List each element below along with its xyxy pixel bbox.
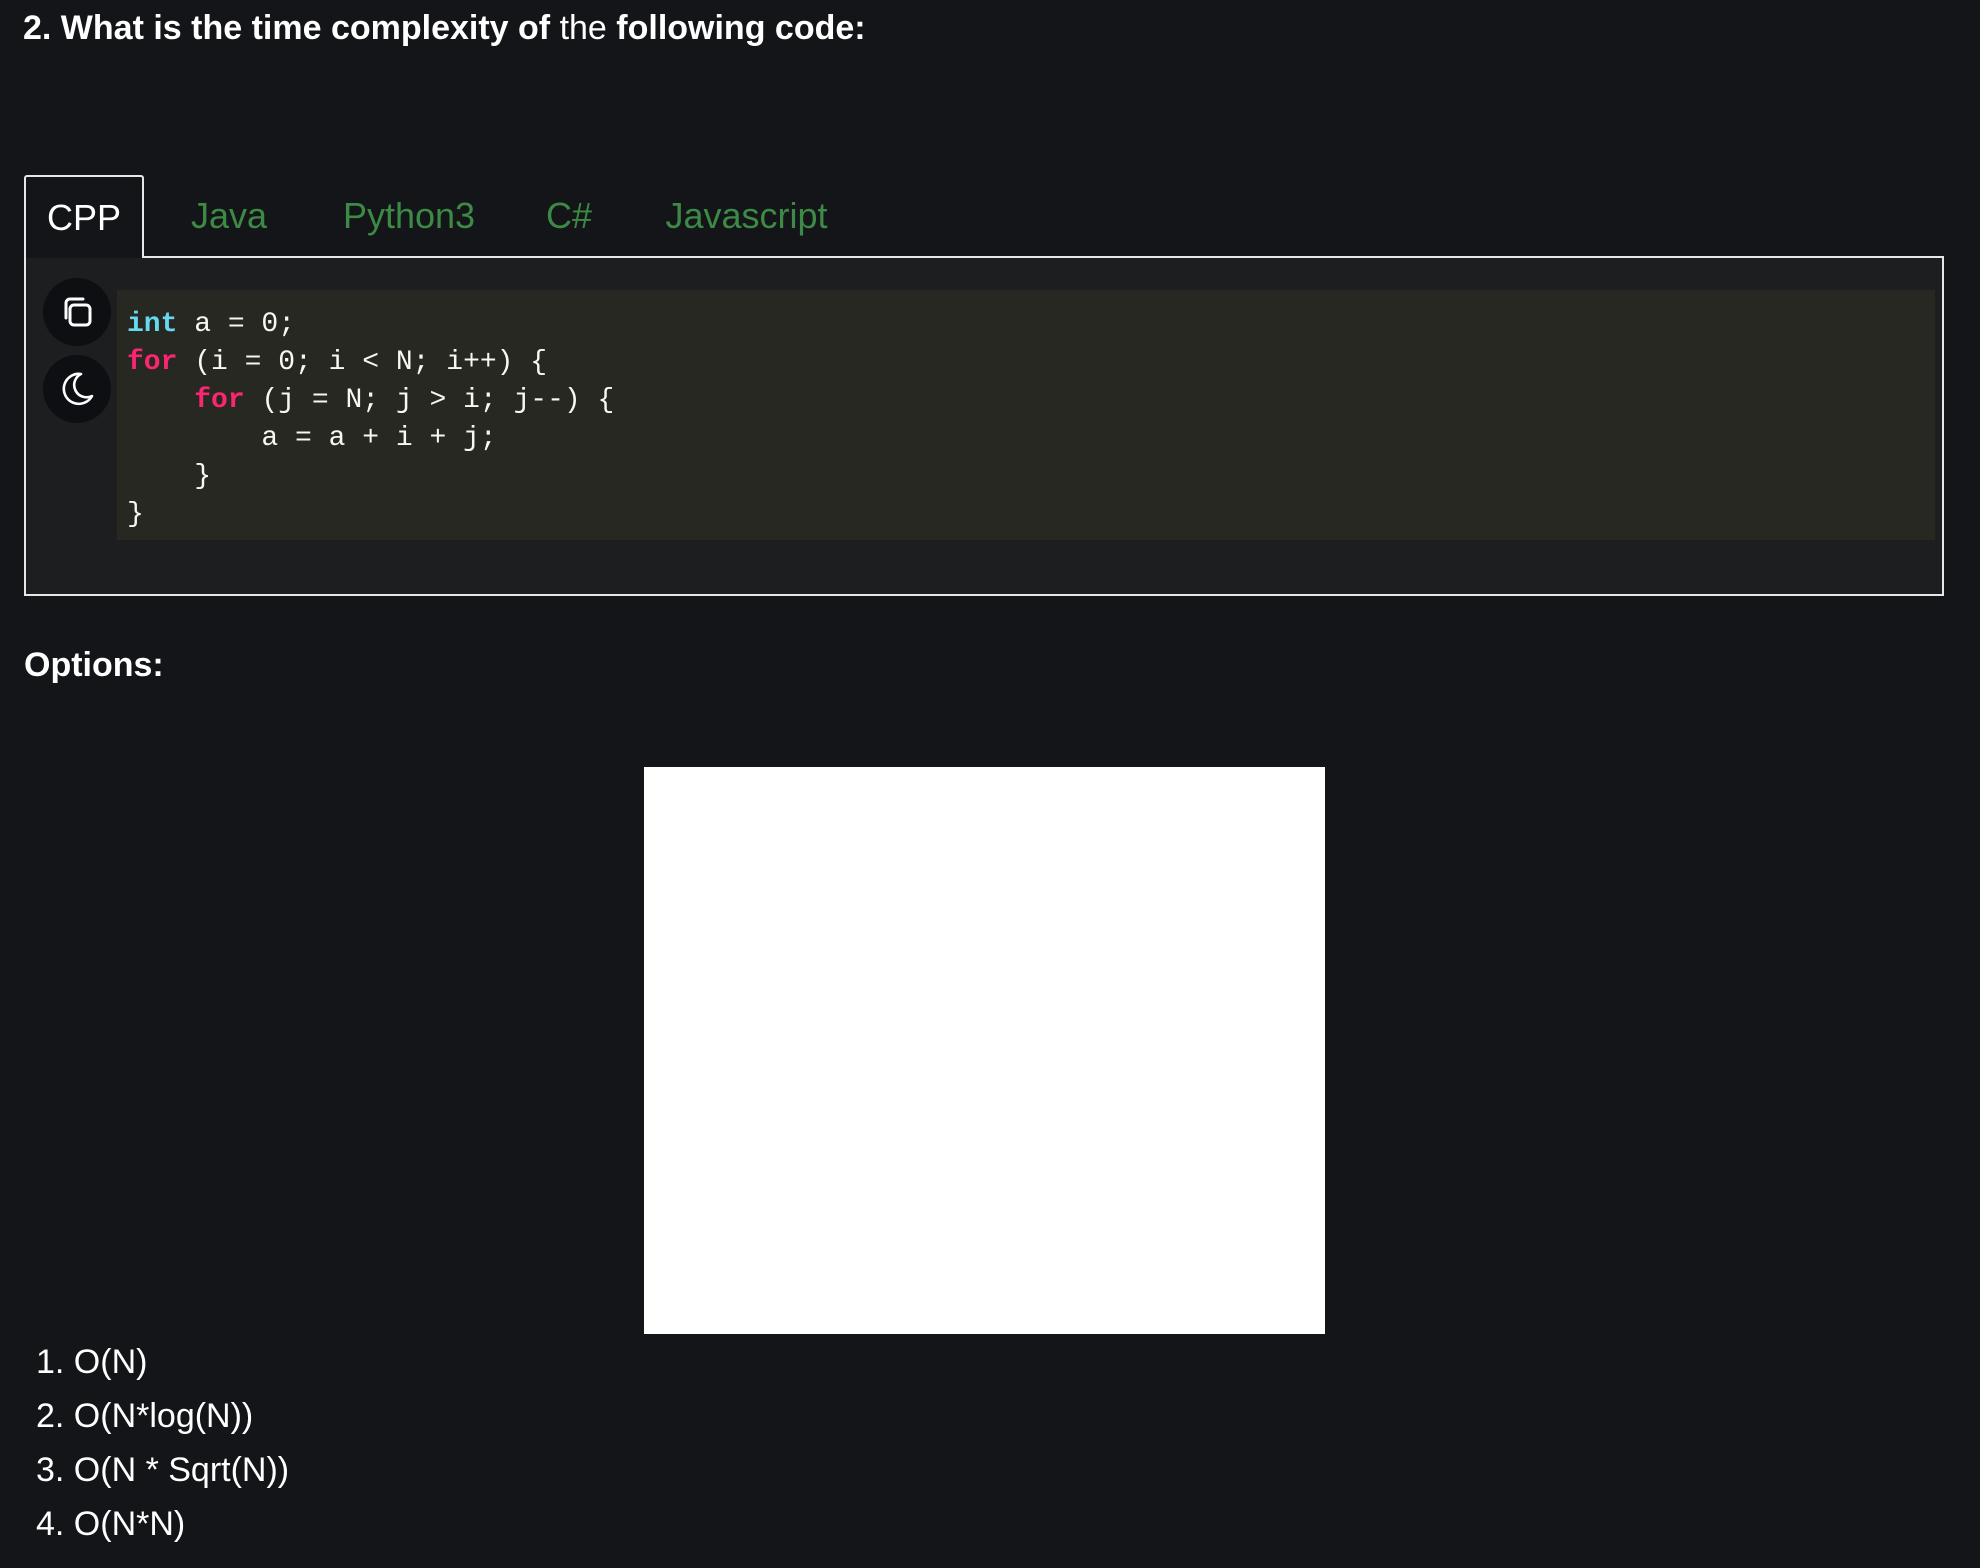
code-keyword: int (127, 309, 178, 340)
tab-cpp[interactable]: CPP (24, 175, 144, 258)
tab-javascript[interactable]: Javascript (634, 175, 859, 256)
code-text: (j = N; j > i; j--) { (244, 385, 615, 416)
question-text-regular: the (559, 9, 607, 47)
copy-code-button[interactable] (43, 278, 111, 346)
option-item: 4. O(N*N) (36, 1505, 186, 1543)
code-keyword: for (194, 385, 245, 416)
language-tabs: CPP Java Python3 C# Javascript (24, 175, 1944, 258)
code-line: } (127, 461, 212, 492)
option-item: 1. O(N) (36, 1343, 148, 1381)
blank-image (644, 767, 1325, 1334)
options-list: 1. O(N) 2. O(N*log(N)) 3. O(N * Sqrt(N))… (36, 1335, 289, 1551)
option-item: 2. O(N*log(N)) (36, 1397, 254, 1435)
code-line: for (j = N; j > i; j--) { (127, 382, 1935, 420)
code-text: a = 0; (177, 309, 296, 340)
question-text-bold-end: following code: (616, 9, 866, 47)
copy-icon (64, 297, 92, 327)
code-panel: int a = 0; for (i = 0; i < N; i++) { for … (24, 256, 1944, 596)
code-block: int a = 0; for (i = 0; i < N; i++) { for … (117, 290, 1935, 540)
code-line: for (i = 0; i < N; i++) { (127, 344, 1935, 382)
tab-csharp[interactable]: C# (504, 175, 634, 256)
code-line: int a = 0; (127, 306, 1935, 344)
tab-java[interactable]: Java (144, 175, 314, 256)
tab-python3[interactable]: Python3 (314, 175, 504, 256)
code-line: } (127, 499, 144, 530)
question-text-bold: 2. What is the time complexity of (23, 9, 551, 47)
option-item: 3. O(N * Sqrt(N)) (36, 1451, 290, 1489)
options-heading: Options: (24, 646, 164, 684)
moon-icon (62, 372, 94, 406)
toggle-theme-button[interactable] (43, 355, 111, 423)
question-title: 2. What is the time complexity of the fo… (23, 6, 866, 50)
code-line: a = a + i + j; (127, 423, 497, 454)
code-text: (i = 0; i < N; i++) { (177, 347, 548, 378)
code-keyword: for (127, 347, 178, 378)
